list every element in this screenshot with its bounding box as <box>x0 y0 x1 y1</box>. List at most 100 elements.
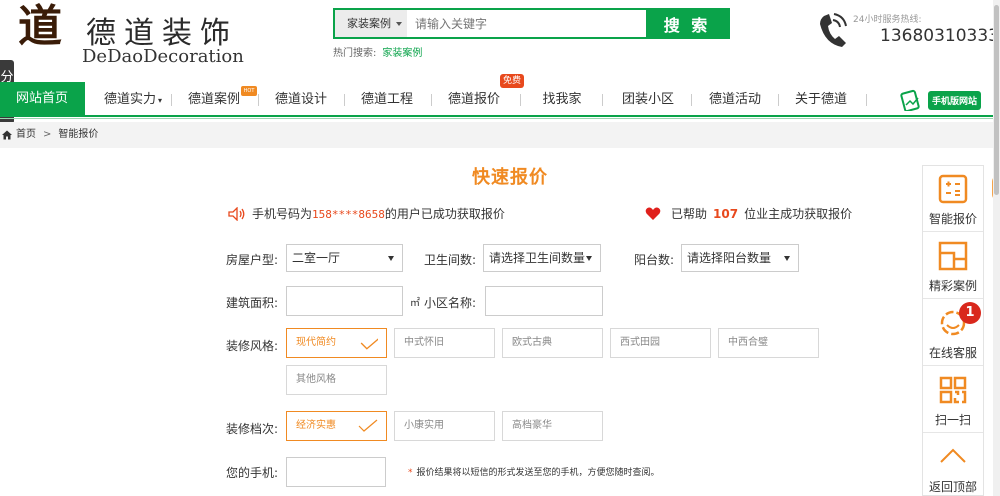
nav-divider <box>431 94 432 106</box>
rail-showcase-cases[interactable]: 精彩案例 <box>923 233 983 299</box>
rail-label: 智能报价 <box>928 212 977 226</box>
heart-icon <box>645 207 661 220</box>
style-option-fusion[interactable]: 中西合璧 <box>718 328 819 358</box>
chevron-down-icon <box>396 21 402 26</box>
scrollbar[interactable] <box>993 0 1000 496</box>
nav-underline-light <box>0 118 1000 119</box>
area-input[interactable] <box>286 286 403 316</box>
breadcrumb-current: 智能报价 <box>58 129 99 140</box>
nav-item-strength[interactable]: 德道实力 ▾ <box>100 82 166 115</box>
rail-label: 扫一扫 <box>934 413 971 427</box>
hot-search-link[interactable]: 家装案例 <box>382 48 422 59</box>
hot-badge: HOT <box>241 86 257 96</box>
sms-tip: * 报价结果将以短信的形式发送至您的手机，方便您随时查阅。 <box>408 465 660 478</box>
breadcrumb-separator: > <box>43 129 52 140</box>
house-type-label: 房屋户型: <box>226 253 279 267</box>
style-option-european[interactable]: 欧式古典 <box>502 328 603 358</box>
notice-phone: 158****8658 <box>312 208 385 221</box>
balcony-count-value: 请选择阳台数量 <box>687 251 772 265</box>
nav-item-cases[interactable]: 德道案例 <box>186 82 242 115</box>
helped-prefix: 已帮助 <box>671 207 708 221</box>
rail-smart-quote[interactable]: 智能报价 <box>923 166 983 232</box>
page-title: 快速报价 <box>472 167 548 188</box>
balcony-count-label: 阳台数: <box>634 253 675 267</box>
chevron-down-icon <box>586 256 592 261</box>
house-type-select[interactable]: 二室一厅 <box>286 244 403 272</box>
rail-back-to-top[interactable]: 返回顶部 <box>923 434 983 496</box>
search-category-label: 家装案例 <box>347 17 391 30</box>
helped-count-notice: 已帮助 107 位业主成功获取报价 <box>645 205 852 222</box>
grade-option-luxury[interactable]: 高档豪华 <box>502 411 603 441</box>
nav-item-quote[interactable]: 德道报价 <box>446 82 502 115</box>
nav-divider <box>602 94 603 106</box>
notice-prefix: 手机号码为 <box>252 207 313 221</box>
style-option-modern[interactable]: 现代简约 <box>286 328 387 358</box>
nav-divider <box>520 94 521 106</box>
site-logo[interactable]: 道 德道装饰 DeDaoDecoration <box>0 0 260 80</box>
qr-code-icon <box>939 376 967 404</box>
style-option-label: 现代简约 <box>296 337 336 348</box>
bathroom-count-select[interactable]: 请选择卫生间数量 <box>483 244 601 272</box>
nav-home[interactable]: 网站首页 <box>0 82 85 115</box>
nav-divider <box>171 94 172 106</box>
sms-tip-text: 报价结果将以短信的形式发送至您的手机，方便您随时查阅。 <box>416 468 660 478</box>
free-badge: 免费 <box>500 74 524 88</box>
logo-english-name: DeDaoDecoration <box>82 46 244 67</box>
grade-option-label: 经济实惠 <box>296 420 336 431</box>
bathroom-count-value: 请选择卫生间数量 <box>489 251 586 265</box>
style-option-other[interactable]: 其他风格 <box>286 365 387 395</box>
rail-label: 在线客服 <box>928 346 977 360</box>
rail-label: 返回顶部 <box>928 480 977 494</box>
mobile-phone-icon <box>900 89 920 111</box>
breadcrumb: 首页 > 智能报价 <box>0 122 1000 148</box>
style-option-pastoral[interactable]: 西式田园 <box>610 328 711 358</box>
grade-option-practical[interactable]: 小康实用 <box>394 411 495 441</box>
helped-count: 107 <box>713 206 739 221</box>
helped-suffix: 位业主成功获取报价 <box>744 207 853 221</box>
chevron-up-icon <box>940 448 966 463</box>
calculator-icon <box>938 174 968 204</box>
chevron-down-icon: ▾ <box>158 96 163 105</box>
layout-icon <box>938 241 968 271</box>
nav-divider <box>866 94 867 106</box>
search-input[interactable] <box>407 10 646 37</box>
search-button[interactable]: 搜 索 <box>646 10 728 37</box>
hotline-label: 24小时服务热线: <box>853 15 922 25</box>
community-name-input[interactable] <box>485 286 603 316</box>
nav-underline <box>0 115 1000 117</box>
grade-option-economy[interactable]: 经济实惠 <box>286 411 387 441</box>
home-icon <box>2 130 12 140</box>
nav-item-about[interactable]: 关于德道 <box>793 82 849 115</box>
scrollbar-thumb[interactable] <box>994 5 999 195</box>
phone-label: 您的手机: <box>226 466 279 480</box>
style-option-chinese[interactable]: 中式怀旧 <box>394 328 495 358</box>
nav-item-group-community[interactable]: 团装小区 <box>620 82 676 115</box>
nav-item-engineering[interactable]: 德道工程 <box>359 82 415 115</box>
breadcrumb-home[interactable]: 首页 <box>16 122 36 148</box>
rail-online-service[interactable]: 1 在线客服 <box>923 300 983 366</box>
chevron-down-icon <box>388 256 394 261</box>
rail-scan-qr[interactable]: 扫一扫 <box>923 367 983 433</box>
nav-divider <box>344 94 345 106</box>
notice-suffix: 的用户已成功获取报价 <box>384 207 505 221</box>
search-category-select[interactable]: 家装案例 <box>335 10 407 37</box>
nav-item-find-home[interactable]: 找我家 <box>540 82 584 115</box>
phone-input[interactable] <box>286 457 386 487</box>
nav-divider <box>691 94 692 106</box>
nav-item-label: 德道实力 <box>103 92 156 107</box>
logo-glyph: 道 <box>6 2 78 52</box>
nav-divider <box>778 94 779 106</box>
community-name-label: 小区名称: <box>424 296 477 310</box>
bathroom-count-label: 卫生间数: <box>424 253 477 267</box>
mobile-site-link[interactable]: 手机版网站 <box>900 89 982 111</box>
checkmark-icon <box>360 338 378 350</box>
balcony-count-select[interactable]: 请选择阳台数量 <box>681 244 799 272</box>
house-type-value: 二室一厅 <box>292 251 341 265</box>
grade-label: 装修档次: <box>226 422 279 436</box>
nav-item-design[interactable]: 德道设计 <box>273 82 329 115</box>
nav-divider <box>258 94 259 106</box>
hot-search: 热门搜索: 家装案例 <box>333 44 422 59</box>
required-mark: * <box>408 468 413 478</box>
nav-item-events[interactable]: 德道活动 <box>707 82 763 115</box>
chevron-down-icon <box>784 256 790 261</box>
